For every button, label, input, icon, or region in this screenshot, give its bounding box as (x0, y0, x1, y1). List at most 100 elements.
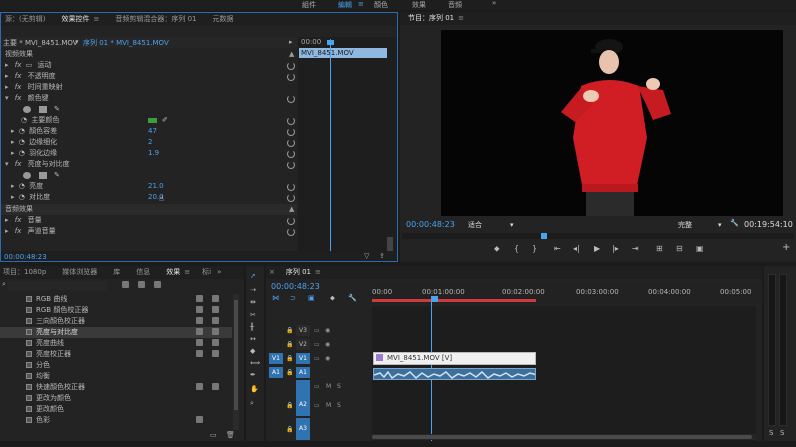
reset-icon[interactable] (287, 161, 295, 169)
tab-info[interactable]: 信息 (128, 266, 158, 279)
close-icon[interactable]: × (266, 266, 278, 279)
extract-icon[interactable]: ⊟ (676, 244, 683, 253)
expand-timeline-icon[interactable]: ▸ (289, 38, 293, 46)
timeline-timecode[interactable]: 00:00:48:23 (271, 282, 320, 291)
panel-menu-icon[interactable]: ≡ (315, 268, 321, 276)
panel-menu-icon[interactable]: ≡ (93, 15, 99, 23)
tab-effect-controls[interactable]: 效果控件 ≡ (53, 13, 107, 26)
sequence-clip-label[interactable]: 序列 01 * MVI_8451.MOV (83, 38, 169, 48)
timeline-settings-icon[interactable]: 🔧 (348, 294, 357, 302)
list-item[interactable]: RGB 曲线 (0, 294, 232, 305)
reset-icon[interactable] (287, 117, 295, 125)
fx-channel-volume[interactable]: ▸ fx 声道音量 (1, 226, 297, 237)
dropdown-icon[interactable]: ▾ (75, 38, 79, 46)
mini-playhead[interactable] (330, 39, 331, 253)
reset-icon[interactable] (287, 217, 295, 225)
quality-dropdown[interactable]: 完整 ▾ (678, 220, 722, 230)
step-forward-icon[interactable]: |▸ (612, 244, 619, 253)
nest-icon[interactable]: ▣ (308, 294, 315, 302)
reset-icon[interactable] (287, 62, 295, 70)
video-clip[interactable]: MVI_8451.MOV [V] (373, 352, 536, 365)
mute-button[interactable]: M (326, 402, 331, 409)
hand-tool-icon[interactable]: ✋ (250, 385, 259, 393)
audio-clip[interactable] (373, 368, 536, 380)
slide-tool-icon[interactable]: ⟺ (250, 359, 260, 367)
list-item[interactable]: 分色 (0, 360, 232, 371)
export-icon[interactable]: ⇪ (379, 252, 385, 260)
fx-opacity[interactable]: ▸ fx 不透明度 (1, 71, 297, 82)
track-target-v1[interactable]: V1 (296, 353, 310, 364)
edge-thin-value[interactable]: 2 (148, 137, 152, 148)
lock-icon[interactable]: 🔒 (286, 369, 293, 376)
project-scrollbar[interactable] (233, 294, 239, 430)
trash-icon[interactable]: 🗑 (226, 431, 235, 439)
tab-source[interactable]: 源：(无剪辑) (1, 13, 53, 26)
pen-mask-icon[interactable]: ✎ (54, 170, 60, 181)
accelerated-filter-icon[interactable] (122, 281, 129, 288)
fx-time-remap[interactable]: ▸ fx 时间重映射 (1, 82, 297, 93)
rect-mask-icon[interactable] (39, 106, 47, 113)
stopwatch-icon[interactable]: ◔ (19, 182, 25, 190)
reset-icon[interactable] (287, 139, 295, 147)
lock-icon[interactable]: 🔒 (286, 327, 293, 334)
play-icon[interactable]: ▶ (594, 244, 600, 253)
tab-effects[interactable]: 效果 ≡ (158, 266, 198, 279)
lock-icon[interactable]: 🔒 (286, 355, 293, 362)
ec-timecode[interactable]: 00:00:48:23 (4, 253, 47, 261)
tab-sequence[interactable]: 序列 01 ≡ (278, 266, 329, 279)
add-marker-icon[interactable]: ⬥ (330, 294, 335, 303)
tab-audio-clip-mixer[interactable]: 音频剪辑混合器：序列 01 (107, 13, 204, 26)
rate-stretch-tool-icon[interactable]: ↔ (250, 335, 256, 343)
source-patch-a1[interactable]: A1 (269, 367, 283, 378)
master-clip-label[interactable]: 主要 * MVI_8451.MOV (3, 38, 78, 48)
workspace-audio[interactable]: 音頻 (448, 0, 462, 10)
yuv-filter-icon[interactable] (154, 281, 161, 288)
hamburger-icon[interactable]: ≡ (358, 0, 364, 8)
ellipse-mask-icon[interactable] (23, 106, 31, 113)
32bit-filter-icon[interactable] (138, 281, 145, 288)
lock-icon[interactable]: 🔒 (286, 341, 293, 348)
fx-brightness-contrast[interactable]: ▾ fx 亮度与对比度 (1, 159, 297, 170)
fx-color-key[interactable]: ▾ fx 颜色键 (1, 93, 297, 104)
rolling-edit-tool-icon[interactable]: ╫ (250, 323, 254, 331)
workspace-assembly[interactable]: 組件 (302, 0, 316, 10)
ripple-edit-tool-icon[interactable]: ⇹ (250, 298, 256, 306)
fit-dropdown[interactable]: 适合 ▾ (468, 220, 514, 230)
go-to-in-icon[interactable]: ⇤ (554, 244, 561, 253)
tab-libraries[interactable]: 库 (105, 266, 128, 279)
track-select-tool-icon[interactable]: ⇢ (250, 286, 256, 294)
stopwatch-icon[interactable]: ◔ (19, 193, 25, 201)
sync-lock-icon[interactable]: ▭ (314, 355, 320, 362)
track-target-a1[interactable]: A1 (296, 367, 310, 378)
fx-motion[interactable]: ▸ fx ▭ 运动 (1, 60, 297, 71)
track-target-a3[interactable]: A3 (296, 418, 310, 440)
slip-tool-icon[interactable]: ◆ (250, 347, 255, 355)
sync-lock-icon[interactable]: ▭ (314, 402, 320, 409)
eye-icon[interactable]: ◉ (325, 341, 330, 348)
list-item[interactable]: RGB 顏色校正器 (0, 305, 232, 316)
scrubber-playhead[interactable] (541, 233, 547, 239)
sync-lock-icon[interactable]: ▭ (314, 327, 320, 334)
list-item[interactable]: 亮度曲线 (0, 338, 232, 349)
snap-icon[interactable]: ⋈ (272, 294, 279, 302)
solo-left-button[interactable]: S (769, 429, 773, 437)
feather-value[interactable]: 1.9 (148, 148, 159, 159)
tab-project[interactable]: 项目：1080p (0, 266, 54, 279)
step-back-icon[interactable]: ◂| (573, 244, 580, 253)
reset-icon[interactable] (287, 194, 295, 202)
reset-icon[interactable] (287, 183, 295, 191)
selection-tool-icon[interactable]: ➚ (250, 272, 256, 280)
scroll-up-icon[interactable]: ▲ (289, 49, 294, 60)
linked-select-icon[interactable]: ⊃ (290, 294, 296, 302)
sync-lock-icon[interactable]: ▭ (314, 341, 320, 348)
mute-button[interactable]: M (326, 383, 331, 390)
workspace-editing[interactable]: 編輯 (338, 0, 352, 10)
sync-lock-icon[interactable]: ▭ (314, 383, 320, 390)
pen-mask-icon[interactable]: ✎ (54, 104, 60, 115)
stopwatch-icon[interactable]: ◔ (19, 138, 25, 146)
fx-volume[interactable]: ▸ fx 音量 (1, 215, 297, 226)
razor-tool-icon[interactable]: ✂ (250, 311, 256, 319)
solo-button[interactable]: S (337, 383, 341, 390)
mini-scrollbar[interactable] (387, 237, 393, 251)
search-input[interactable] (8, 281, 108, 290)
